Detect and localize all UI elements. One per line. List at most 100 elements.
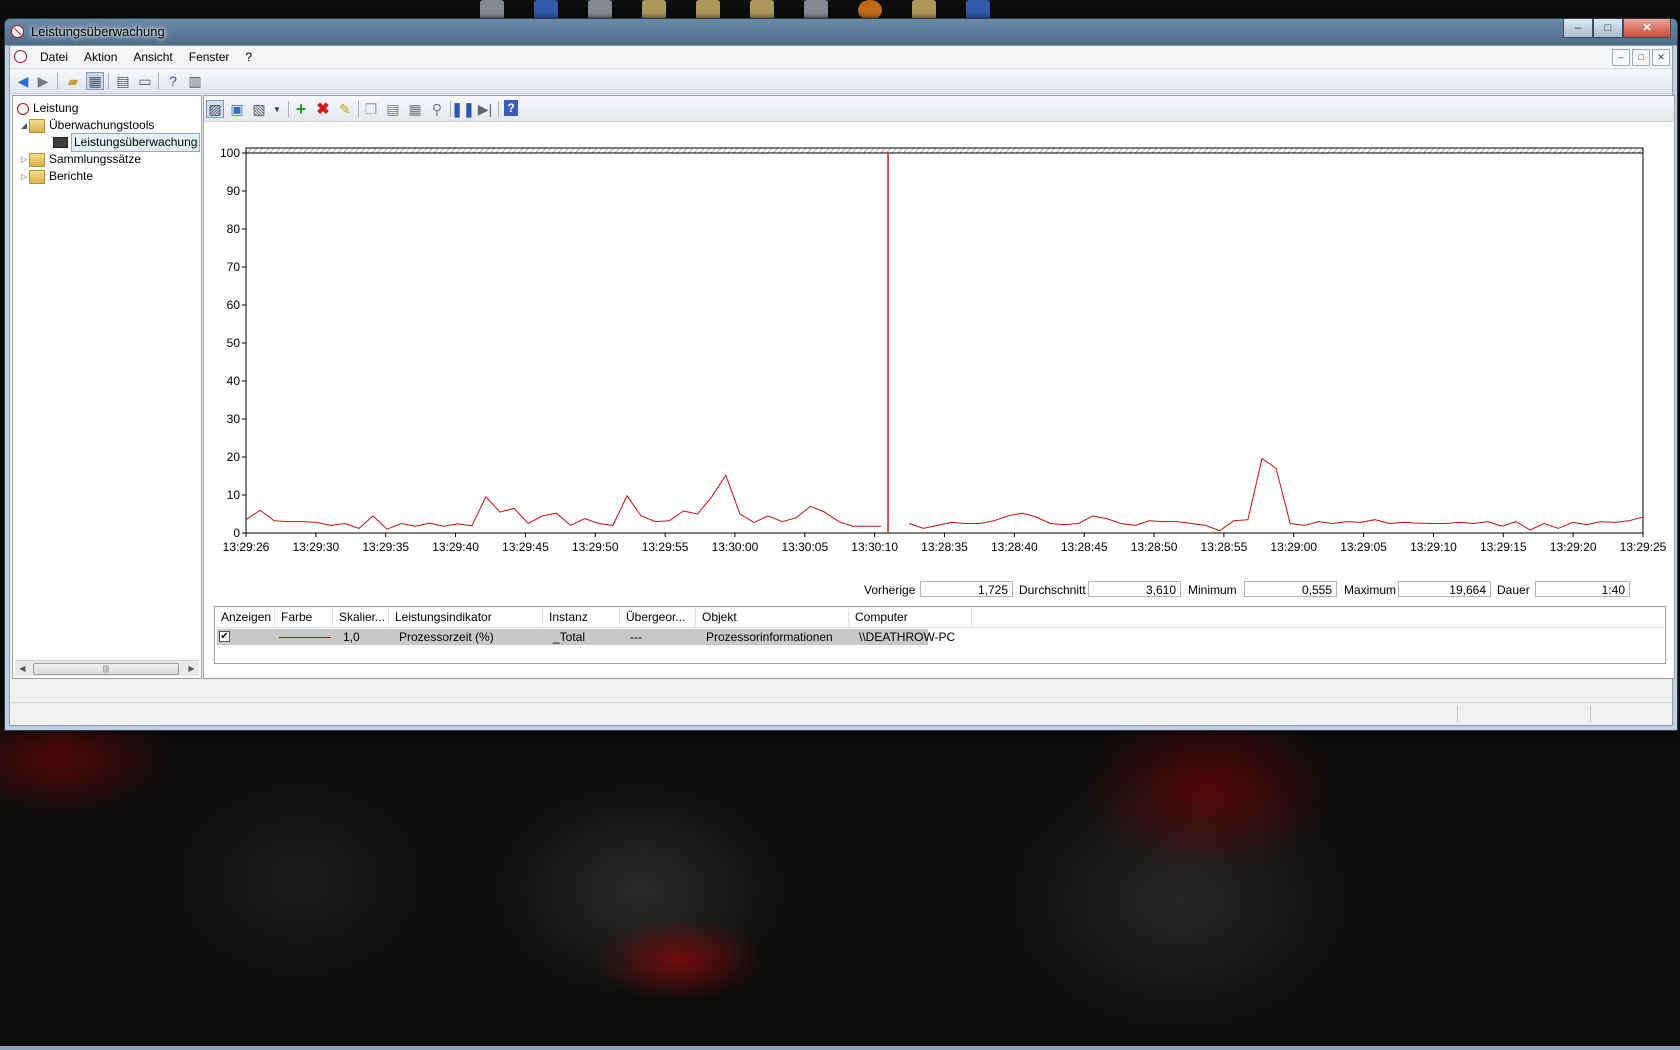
window-title: Leistungsüberwachung: [31, 24, 165, 39]
collapse-triangle-icon[interactable]: ◢: [19, 117, 29, 134]
application-icon[interactable]: [534, 0, 558, 20]
counter-list: Anzeigen Farbe Skalier... Leistungsindik…: [214, 606, 1666, 664]
x-tick-label: 13:29:20: [1550, 540, 1597, 554]
minimum-label: Minimum: [1188, 583, 1237, 597]
scroll-left-icon[interactable]: ◀: [15, 661, 30, 676]
up-folder-icon[interactable]: ▰: [64, 72, 82, 90]
maximize-button[interactable]: □: [1593, 19, 1623, 38]
x-tick-label: 13:28:45: [1061, 540, 1108, 554]
delete-counter-icon[interactable]: ✖: [314, 100, 332, 118]
firefox-icon[interactable]: [858, 0, 882, 20]
x-tick-label: 13:29:15: [1480, 540, 1527, 554]
copy-properties-icon[interactable]: ❐: [362, 100, 380, 118]
counter-row[interactable]: ✔ 1,0 Prozessorzeit (%) _Total --- Proze…: [217, 629, 955, 645]
counter-list-header: Anzeigen Farbe Skalier... Leistungsindik…: [215, 607, 1665, 628]
folder-icon[interactable]: [750, 0, 774, 20]
toolbar-separator: [498, 101, 499, 117]
menu-ansicht[interactable]: Ansicht: [125, 49, 180, 65]
plot-area: [245, 147, 1644, 534]
menu-fenster[interactable]: Fenster: [181, 49, 238, 65]
zoom-icon[interactable]: ⚲: [428, 100, 446, 118]
x-tick-label: 13:29:35: [362, 540, 409, 554]
show-hide-tree-icon[interactable]: ▦: [86, 72, 104, 90]
tree-item-sammlungssaetze[interactable]: ▷ Sammlungssätze: [19, 151, 141, 168]
y-tick-label: 70: [227, 260, 241, 274]
toolbar-separator: [108, 73, 109, 89]
column-header-instanz[interactable]: Instanz: [543, 607, 620, 627]
plot-top-band: [245, 147, 1644, 154]
child-restore-button[interactable]: □: [1632, 49, 1650, 66]
print-icon[interactable]: ▭: [136, 72, 154, 90]
back-arrow-icon[interactable]: ◀: [14, 72, 32, 90]
counter-parent: ---: [630, 630, 642, 644]
column-header-leistungsindikator[interactable]: Leistungsindikator: [389, 607, 543, 627]
performance-app-icon[interactable]: [11, 25, 24, 38]
tree-horizontal-scrollbar[interactable]: ◀ ||| ▶: [15, 660, 199, 676]
statistics-bar: Vorherige 1,725 Durchschnitt 3,610 Minim…: [204, 580, 1674, 600]
close-button[interactable]: ✕: [1623, 19, 1671, 38]
y-tick-label: 50: [227, 336, 241, 350]
tree-item-leistungsueberwachung[interactable]: Leistungsüberwachung: [53, 133, 201, 152]
freeze-display-icon[interactable]: ❚❚: [451, 100, 474, 118]
folder-icon: [29, 118, 45, 133]
scroll-right-icon[interactable]: ▶: [184, 661, 199, 676]
column-header-farbe[interactable]: Farbe: [275, 607, 333, 627]
counter-color-swatch: [279, 637, 331, 638]
menu-help[interactable]: ?: [237, 49, 260, 65]
y-tick-label: 90: [227, 184, 241, 198]
column-header-anzeigen[interactable]: Anzeigen: [215, 607, 275, 627]
tree-item-berichte[interactable]: ▷ Berichte: [19, 168, 93, 185]
monitor-icon[interactable]: [966, 0, 990, 20]
minimum-value: 0,555: [1244, 581, 1337, 597]
paste-counter-list-icon[interactable]: ▤: [384, 100, 402, 118]
tree-item-leistung[interactable]: Leistung: [15, 100, 78, 117]
y-tick-label: 100: [220, 146, 240, 160]
properties-icon[interactable]: ▤: [114, 72, 132, 90]
update-data-icon[interactable]: ▶|: [476, 100, 494, 118]
column-header-skalierung[interactable]: Skalier...: [333, 607, 389, 627]
graph-type-dropdown-icon[interactable]: ▼: [268, 100, 286, 118]
report-folder-icon: [29, 169, 45, 184]
folder-icon[interactable]: [696, 0, 720, 20]
change-graph-type-icon[interactable]: ▧: [250, 100, 268, 118]
expand-triangle-icon[interactable]: ▷: [19, 168, 29, 185]
show-counter-checkbox[interactable]: ✔: [219, 631, 230, 642]
performance-app-icon[interactable]: [14, 50, 27, 63]
minimize-button[interactable]: –: [1563, 19, 1593, 38]
y-tick-label: 80: [227, 222, 241, 236]
column-header-objekt[interactable]: Objekt: [696, 607, 849, 627]
performance-line-chart[interactable]: 0 10 20 30 40 50 60 70 80 90 100 13:29:26 13:29:30 13…: [204, 122, 1674, 562]
add-counter-icon[interactable]: +: [292, 99, 310, 119]
column-header-computer[interactable]: Computer: [849, 607, 972, 627]
recycle-bin-icon[interactable]: [480, 0, 504, 20]
help-icon[interactable]: ?: [504, 100, 518, 116]
title-bar[interactable]: Leistungsüberwachung – □ ✕: [5, 19, 1677, 45]
child-close-button[interactable]: ✕: [1652, 49, 1670, 66]
child-minimize-button[interactable]: –: [1612, 49, 1630, 66]
x-tick-label: 13:29:10: [1410, 540, 1457, 554]
main-toolbar: ◀ ▶ ▰ ▦ ▤ ▭ ? ▥: [10, 69, 1672, 94]
expand-triangle-icon[interactable]: ▷: [19, 151, 29, 168]
folder-icon[interactable]: [642, 0, 666, 20]
scrollbar-thumb[interactable]: |||: [33, 663, 179, 675]
folder-icon[interactable]: [912, 0, 936, 20]
properties-icon[interactable]: ▦: [406, 100, 424, 118]
tree-item-ueberwachungstools[interactable]: ◢ Überwachungstools: [19, 117, 154, 134]
trash-icon[interactable]: [588, 0, 612, 20]
previous-label: Vorherige: [864, 583, 916, 597]
menu-datei[interactable]: Datei: [32, 49, 76, 65]
view-log-data-icon[interactable]: ▣: [228, 100, 246, 118]
performance-monitor-window: Leistungsüberwachung – □ ✕ Datei Aktion …: [4, 18, 1678, 731]
graph-toolbar: ▨ ▣ ▧ ▼ + ✖ ✎ ❐ ▤ ▦ ⚲ ❚❚ ▶| ?: [204, 96, 1674, 122]
gear-icon[interactable]: [804, 0, 828, 20]
menu-aktion[interactable]: Aktion: [76, 49, 125, 65]
view-current-activity-icon[interactable]: ▨: [206, 100, 224, 118]
highlight-icon[interactable]: ✎: [336, 100, 354, 118]
action-pane-icon[interactable]: ▥: [186, 72, 204, 90]
average-label: Durchschnitt: [1019, 583, 1086, 597]
x-tick-label: 13:29:40: [432, 540, 479, 554]
column-header-uebergeordnet[interactable]: Übergeor...: [620, 607, 696, 627]
forward-arrow-icon[interactable]: ▶: [34, 72, 52, 90]
help-icon[interactable]: ?: [164, 72, 182, 90]
window-controls: – □ ✕: [1563, 19, 1671, 38]
